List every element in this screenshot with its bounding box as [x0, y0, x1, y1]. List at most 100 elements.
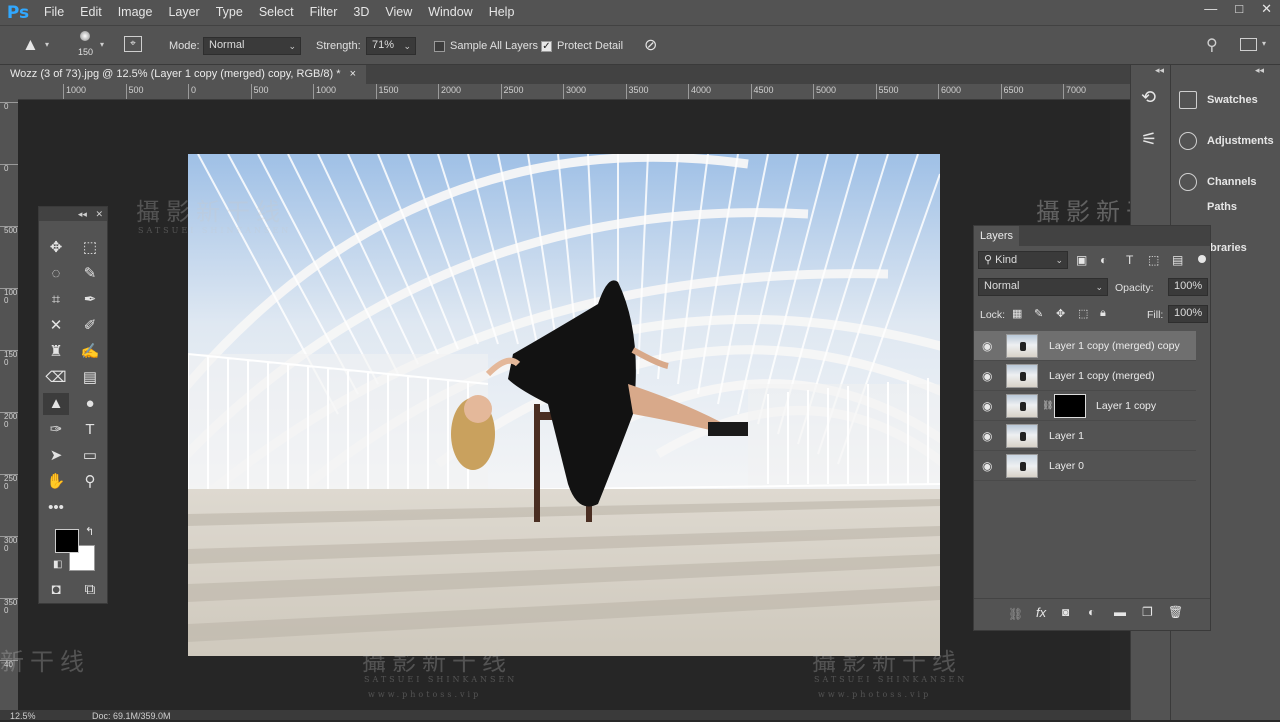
layers-tab[interactable]: Layers: [974, 226, 1020, 246]
layer-name[interactable]: Layer 0: [1049, 460, 1084, 472]
properties-icon[interactable]: ⚟: [1141, 129, 1157, 150]
eye-icon[interactable]: ◉: [982, 369, 992, 383]
layer-row[interactable]: ◉ Layer 1 copy (merged): [974, 361, 1196, 391]
strength-field[interactable]: 71% ⌄: [366, 37, 416, 55]
lock-artboard-icon[interactable]: ⬚: [1078, 307, 1088, 320]
swatches-panel-button[interactable]: Swatches: [1179, 91, 1258, 109]
layer-row[interactable]: ◉ ⛓︎ Layer 1 copy: [974, 391, 1196, 421]
menu-layer[interactable]: Layer: [160, 0, 207, 25]
fill-field[interactable]: 100%: [1168, 305, 1208, 323]
filter-shape-icon[interactable]: ⬚: [1148, 253, 1159, 267]
sharpen-tool-icon[interactable]: ▲: [22, 35, 39, 55]
swap-colors-icon[interactable]: ↰: [85, 525, 94, 538]
filter-adjustment-icon[interactable]: ◐: [1100, 253, 1107, 267]
move-tool-icon[interactable]: ✥: [43, 237, 69, 259]
layer-name[interactable]: Layer 1 copy (merged) copy: [1049, 340, 1180, 352]
pressure-icon[interactable]: ⊘: [644, 35, 657, 55]
default-colors-icon[interactable]: ◧: [53, 559, 62, 570]
menu-view[interactable]: View: [377, 0, 420, 25]
tool-preset-chevron-icon[interactable]: ▾: [45, 40, 49, 49]
filter-type-icon[interactable]: T: [1126, 253, 1133, 267]
marquee-tool-icon[interactable]: ⬚: [77, 237, 103, 259]
rectangle-tool-icon[interactable]: ▭: [77, 445, 103, 467]
type-tool-icon[interactable]: T: [77, 419, 103, 441]
screen-mode-icon[interactable]: ⧉: [77, 579, 103, 601]
lock-image-icon[interactable]: ✎: [1034, 307, 1043, 320]
link-icon[interactable]: ⛓︎: [1042, 400, 1053, 411]
sample-all-layers-checkbox[interactable]: [434, 41, 445, 52]
history-icon[interactable]: ⟲: [1141, 87, 1156, 108]
minimize-button[interactable]: —: [1204, 0, 1217, 18]
brush-panel-icon[interactable]: ⌖: [124, 36, 142, 52]
path-selection-tool-icon[interactable]: ➤: [43, 445, 69, 467]
crop-tool-icon[interactable]: ⌗: [43, 289, 69, 311]
lock-transparent-icon[interactable]: ▦: [1012, 307, 1022, 320]
quick-selection-tool-icon[interactable]: ✎: [77, 263, 103, 285]
more-tools-icon[interactable]: •••: [43, 497, 69, 519]
history-brush-tool-icon[interactable]: ✍: [77, 341, 103, 363]
workspace-icon[interactable]: [1240, 38, 1257, 51]
clone-stamp-tool-icon[interactable]: ♜: [43, 341, 69, 363]
eraser-tool-icon[interactable]: ⌫: [43, 367, 69, 389]
pen-tool-icon[interactable]: ✑: [43, 419, 69, 441]
protect-detail-checkbox[interactable]: ✓: [541, 41, 552, 52]
menu-type[interactable]: Type: [208, 0, 251, 25]
fx-icon[interactable]: fx: [1036, 605, 1046, 620]
collapse-icon[interactable]: ◂◂: [1155, 65, 1164, 76]
sharpen-tool-icon[interactable]: ▲: [43, 393, 69, 415]
menu-file[interactable]: File: [36, 0, 72, 25]
brush-tool-icon[interactable]: ✐: [77, 315, 103, 337]
menu-filter[interactable]: Filter: [302, 0, 346, 25]
horizontal-ruler[interactable]: 1000 500 0 500 1000 1500 2000 2500 3000 3500 4000 4…: [18, 84, 1130, 100]
eyedropper-tool-icon[interactable]: ✒: [77, 289, 103, 311]
workspace-chevron-icon[interactable]: ▾: [1262, 39, 1266, 48]
sample-all-layers-label[interactable]: Sample All Layers: [450, 40, 538, 52]
close-icon[interactable]: ✕: [95, 209, 103, 219]
menu-3d[interactable]: 3D: [345, 0, 377, 25]
folder-icon[interactable]: ▬: [1114, 605, 1126, 619]
zoom-level[interactable]: 12.5%: [10, 710, 36, 722]
filter-pixel-icon[interactable]: ▣: [1076, 253, 1087, 267]
document-image[interactable]: [188, 154, 940, 656]
menu-image[interactable]: Image: [110, 0, 161, 25]
close-button[interactable]: ✕: [1261, 0, 1272, 18]
layer-row[interactable]: ◉ Layer 1: [974, 421, 1196, 451]
add-mask-icon[interactable]: ◙: [1062, 605, 1069, 619]
adjustment-layer-icon[interactable]: ◐: [1088, 605, 1095, 619]
brush-chevron-icon[interactable]: ▾: [100, 40, 104, 49]
libraries-panel-button[interactable]: ibraries: [1207, 242, 1247, 254]
sponge-tool-icon[interactable]: ●: [77, 393, 103, 415]
trash-icon[interactable]: 🗑︎: [1168, 605, 1183, 619]
paths-panel-button[interactable]: Paths: [1207, 201, 1237, 213]
vertical-ruler[interactable]: 0 0 500 1000 1500 2000 2500 3000 3500 40: [0, 100, 18, 710]
adjustments-panel-button[interactable]: Adjustments: [1179, 132, 1274, 150]
lasso-tool-icon[interactable]: ◌: [43, 263, 69, 285]
menu-window[interactable]: Window: [420, 0, 480, 25]
layer-name[interactable]: Layer 1 copy (merged): [1049, 370, 1155, 382]
menu-help[interactable]: Help: [481, 0, 523, 25]
collapse-icon[interactable]: ◂◂: [1255, 65, 1264, 76]
toolbox-header[interactable]: ◂◂ ✕: [39, 207, 107, 221]
hand-tool-icon[interactable]: ✋: [43, 471, 69, 493]
gradient-tool-icon[interactable]: ▤: [77, 367, 103, 389]
eye-icon[interactable]: ◉: [982, 429, 992, 443]
mode-dropdown[interactable]: Normal ⌄: [203, 37, 301, 55]
menu-edit[interactable]: Edit: [72, 0, 110, 25]
lock-position-icon[interactable]: ✥: [1056, 307, 1065, 320]
document-tab-close-icon[interactable]: ×: [350, 68, 356, 80]
eye-icon[interactable]: ◉: [982, 459, 992, 473]
menu-select[interactable]: Select: [251, 0, 302, 25]
healing-brush-tool-icon[interactable]: ✕: [43, 315, 69, 337]
layer-name[interactable]: Layer 1: [1049, 430, 1084, 442]
layer-mask-thumbnail[interactable]: [1054, 394, 1086, 418]
new-layer-icon[interactable]: ❐: [1142, 605, 1153, 619]
document-tab[interactable]: Wozz (3 of 73).jpg @ 12.5% (Layer 1 copy…: [0, 65, 367, 84]
opacity-field[interactable]: 100%: [1168, 278, 1208, 296]
collapse-icon[interactable]: ◂◂: [78, 209, 87, 219]
eye-icon[interactable]: ◉: [982, 339, 992, 353]
quick-mask-icon[interactable]: ◘: [43, 579, 69, 601]
channels-panel-button[interactable]: Channels: [1179, 173, 1257, 191]
protect-detail-label[interactable]: Protect Detail: [557, 40, 623, 52]
brush-preview-icon[interactable]: [80, 31, 90, 41]
zoom-tool-icon[interactable]: ⚲: [77, 471, 103, 493]
